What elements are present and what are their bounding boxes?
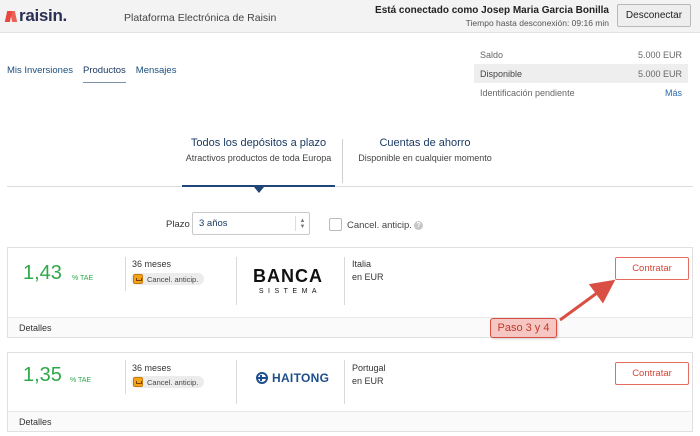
contratar-button[interactable]: Contratar (615, 362, 689, 385)
balance-panel: Saldo 5.000 EUR Disponible 5.000 EUR Ide… (474, 45, 688, 102)
country-info: Portugal en EUR (352, 362, 386, 388)
platform-title: Plataforma Electrónica de Raisin (124, 12, 277, 24)
plazo-value: 3 años (199, 218, 228, 229)
saldo-row: Saldo 5.000 EUR (474, 45, 688, 64)
contratar-button[interactable]: Contratar (615, 257, 689, 280)
raisin-logo-icon (4, 9, 18, 23)
help-icon[interactable]: ? (414, 221, 423, 230)
country-info: Italia en EUR (352, 258, 384, 284)
term-text: 36 meses (132, 363, 172, 373)
product-tabs: Todos los depósitos a plazo Atractivos p… (182, 137, 512, 187)
rate-unit: % TAE (72, 275, 94, 282)
badge-text: Cancel. anticip. (147, 274, 199, 284)
identificacion-label: Identificación pendiente (480, 87, 575, 98)
details-link[interactable]: Detalles (19, 417, 52, 427)
tab-divider (342, 139, 343, 183)
separator (236, 257, 237, 305)
tab-title: Cuentas de ahorro (379, 137, 471, 149)
currency: en EUR (352, 272, 384, 282)
offer-card: 1,35 % TAE 36 meses Cancel. anticip. Por… (7, 352, 693, 432)
logo-text: HAITONG (272, 371, 330, 385)
nav-item-productos[interactable]: Productos (83, 65, 126, 83)
banca-sistema-logo: BANCA SISTEMA (248, 266, 328, 295)
caret-down-icon (254, 187, 264, 193)
plazo-select[interactable]: 3 años ▲ ▼ (192, 212, 310, 235)
rate-value: 1,43 (23, 262, 62, 284)
separator (344, 257, 345, 305)
card-footer: Detalles (8, 411, 692, 431)
cancel-anticip-label: Cancel. anticip. (347, 220, 412, 231)
logo-top-text: BANCA (253, 266, 323, 286)
logout-button[interactable]: Desconectar (617, 4, 691, 27)
tab-subtitle: Disponible en cualquier momento (358, 153, 492, 163)
currency: en EUR (352, 376, 384, 386)
raisin-logo[interactable]: raisin. (4, 6, 67, 26)
session-timer: Tiempo hasta desconexión: 09:16 min (465, 18, 609, 28)
country-name: Italia (352, 259, 372, 269)
disponible-row: Disponible 5.000 EUR (474, 64, 688, 83)
disponible-label: Disponible (480, 68, 523, 79)
nav-item-mis-inversiones[interactable]: Mis Inversiones (7, 65, 73, 83)
main-nav: Mis Inversiones Productos Mensajes (7, 65, 186, 83)
saldo-value: 5.000 EUR (637, 49, 682, 60)
cancel-anticip-checkbox[interactable] (329, 218, 342, 231)
haitong-logo: HAITONG (256, 371, 329, 385)
tab-subtitle: Atractivos productos de toda Europa (185, 153, 332, 163)
badge-text: Cancel. anticip. (147, 377, 199, 387)
details-link[interactable]: Detalles (19, 323, 52, 333)
country-name: Portugal (352, 363, 386, 373)
cancel-badge: Cancel. anticip. (131, 273, 205, 285)
tabs-baseline (7, 186, 693, 187)
logo-text: raisin. (19, 6, 67, 25)
separator (236, 360, 237, 404)
haitong-logo-icon (256, 372, 268, 384)
more-link[interactable]: Más (665, 88, 682, 98)
logo-bottom-text: SISTEMA (258, 288, 322, 295)
identificacion-row: Identificación pendiente Más (474, 83, 688, 102)
calendar-icon (133, 274, 143, 284)
rate-unit: % TAE (70, 377, 92, 384)
cancel-badge: Cancel. anticip. (131, 376, 205, 388)
tab-depositos-plazo[interactable]: Todos los depósitos a plazo Atractivos p… (182, 137, 335, 164)
disponible-value: 5.000 EUR (637, 68, 682, 79)
separator (125, 257, 126, 291)
tab-title: Todos los depósitos a plazo (190, 137, 327, 149)
term-text: 36 meses (132, 259, 172, 269)
plazo-label: Plazo (166, 219, 190, 230)
connected-user-text: Está conectado como Josep Maria Garcia B… (375, 5, 609, 16)
annotation-label: Paso 3 y 4 (490, 318, 557, 338)
calendar-icon (133, 377, 143, 387)
rate-value: 1,35 (23, 364, 62, 386)
select-arrows-icon: ▲ ▼ (295, 216, 309, 231)
separator (125, 360, 126, 394)
saldo-label: Saldo (480, 49, 504, 60)
nav-item-mensajes[interactable]: Mensajes (136, 65, 177, 83)
tab-cuentas-ahorro[interactable]: Cuentas de ahorro Disponible en cualquie… (354, 137, 496, 164)
top-header: raisin. Plataforma Electrónica de Raisin… (0, 0, 700, 33)
separator (344, 360, 345, 404)
